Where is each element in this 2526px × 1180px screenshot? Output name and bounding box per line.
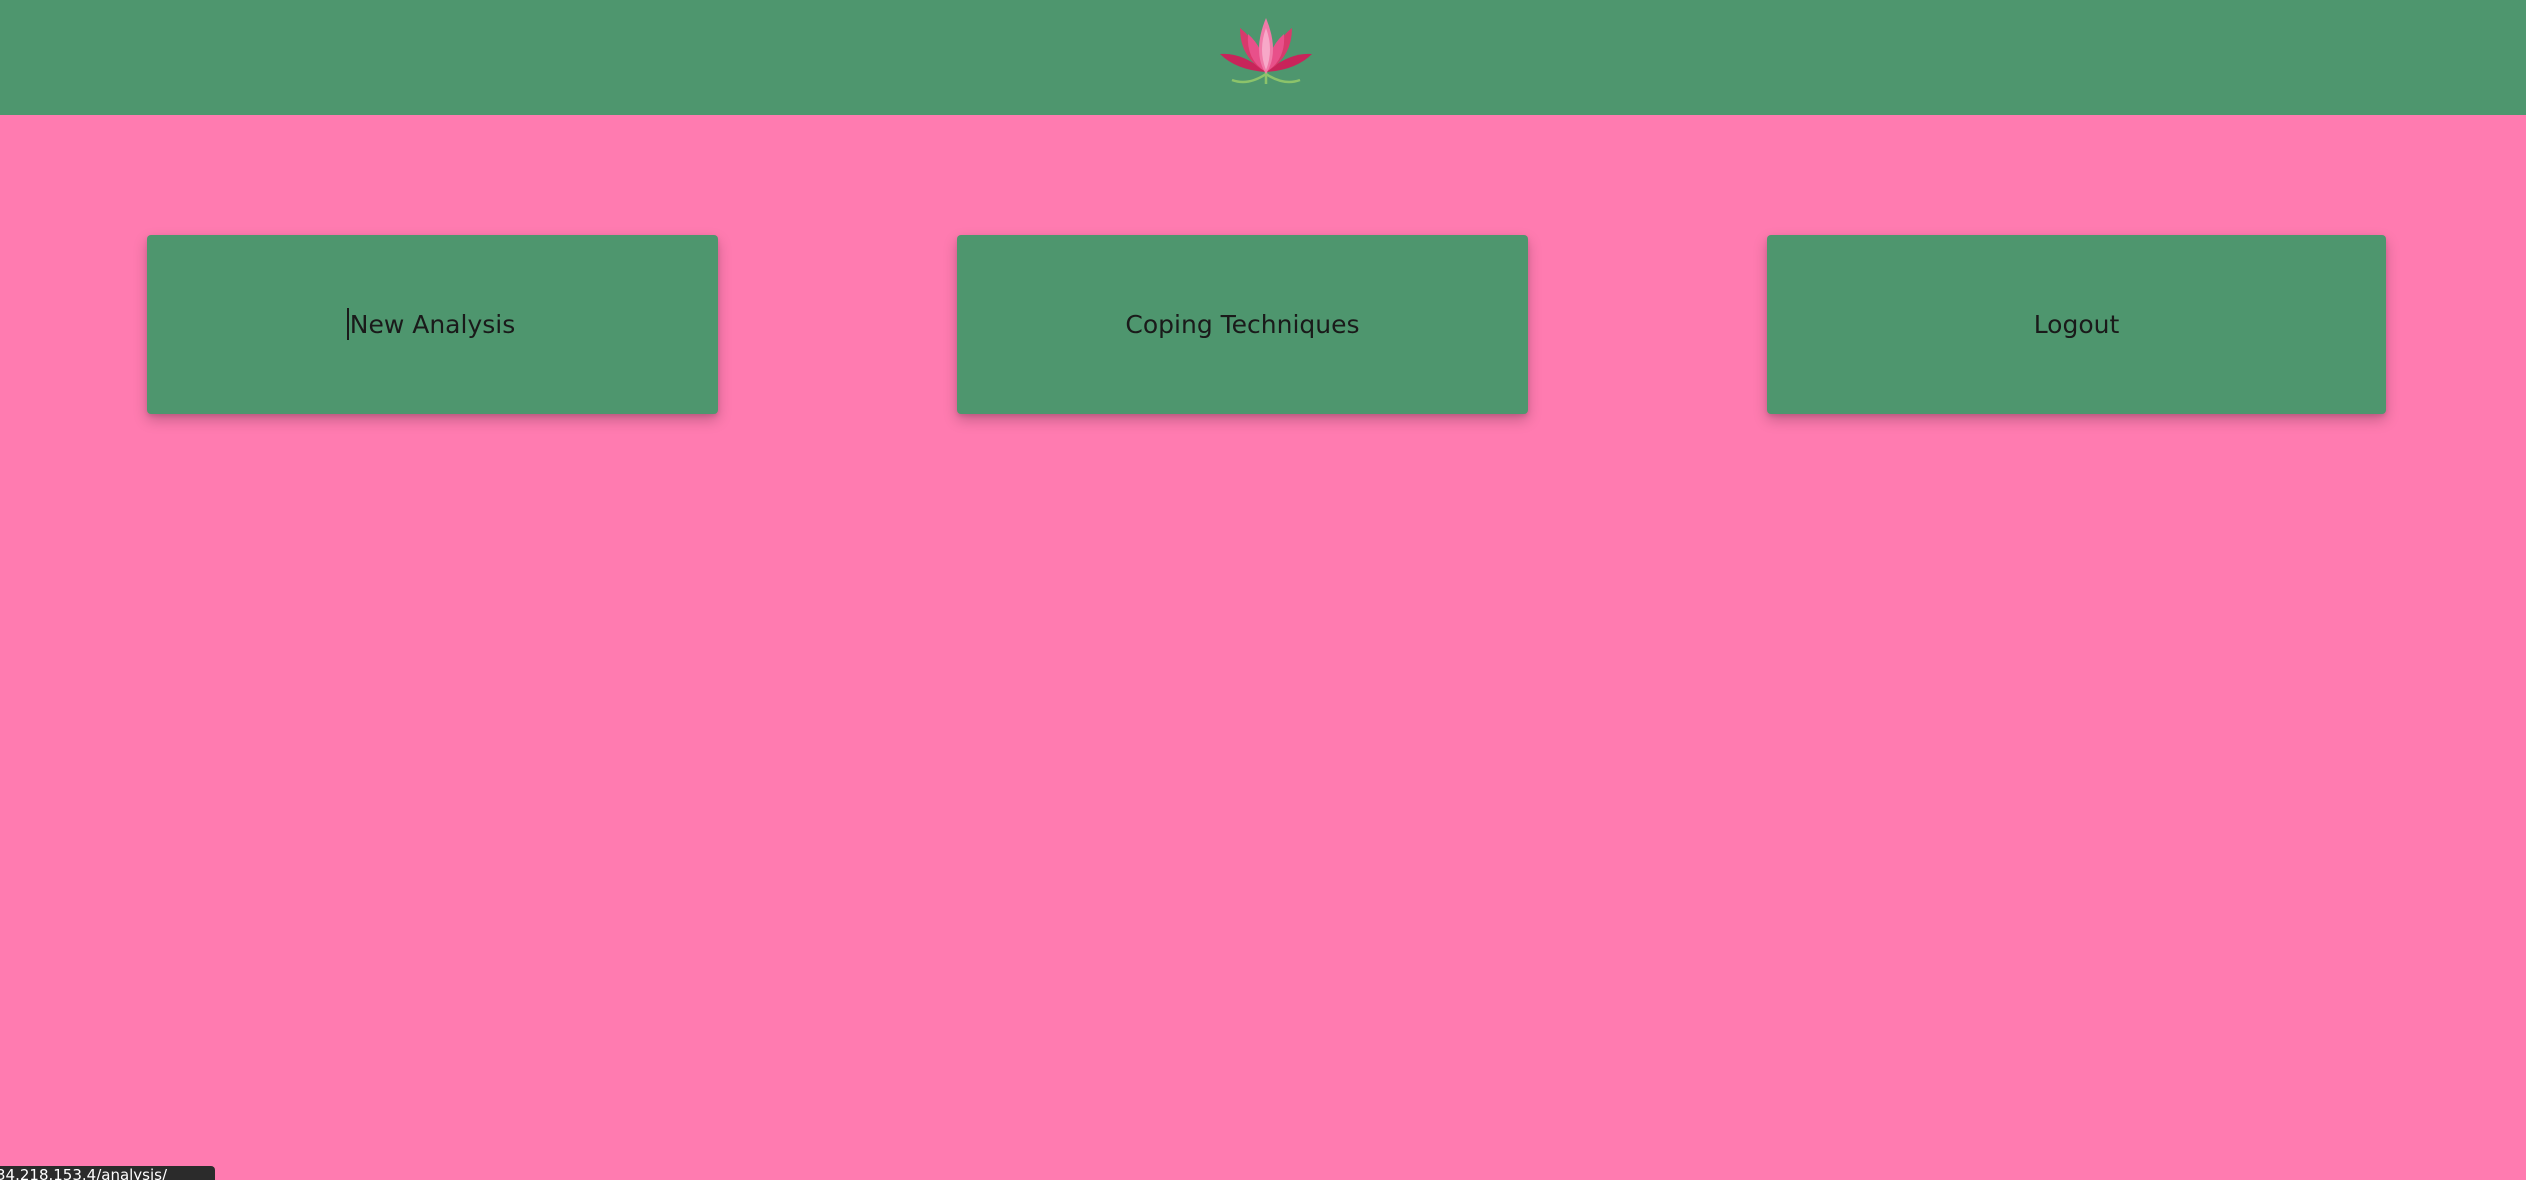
logout-label: Logout xyxy=(2033,310,2120,339)
new-analysis-text: New Analysis xyxy=(349,310,516,339)
new-analysis-button[interactable]: New Analysis xyxy=(147,235,718,414)
coping-techniques-label: Coping Techniques xyxy=(1125,310,1360,339)
coping-techniques-button[interactable]: Coping Techniques xyxy=(957,235,1528,414)
text-caret xyxy=(346,308,349,340)
lotus-icon[interactable] xyxy=(1218,14,1314,90)
logout-button[interactable]: Logout xyxy=(1767,235,2386,414)
app-header xyxy=(0,0,2526,115)
status-bar-url-text: 34.218.153.4/analysis/ xyxy=(0,1166,168,1180)
status-bar-url: 34.218.153.4/analysis/ xyxy=(0,1166,215,1180)
new-analysis-label: New Analysis xyxy=(346,308,516,340)
